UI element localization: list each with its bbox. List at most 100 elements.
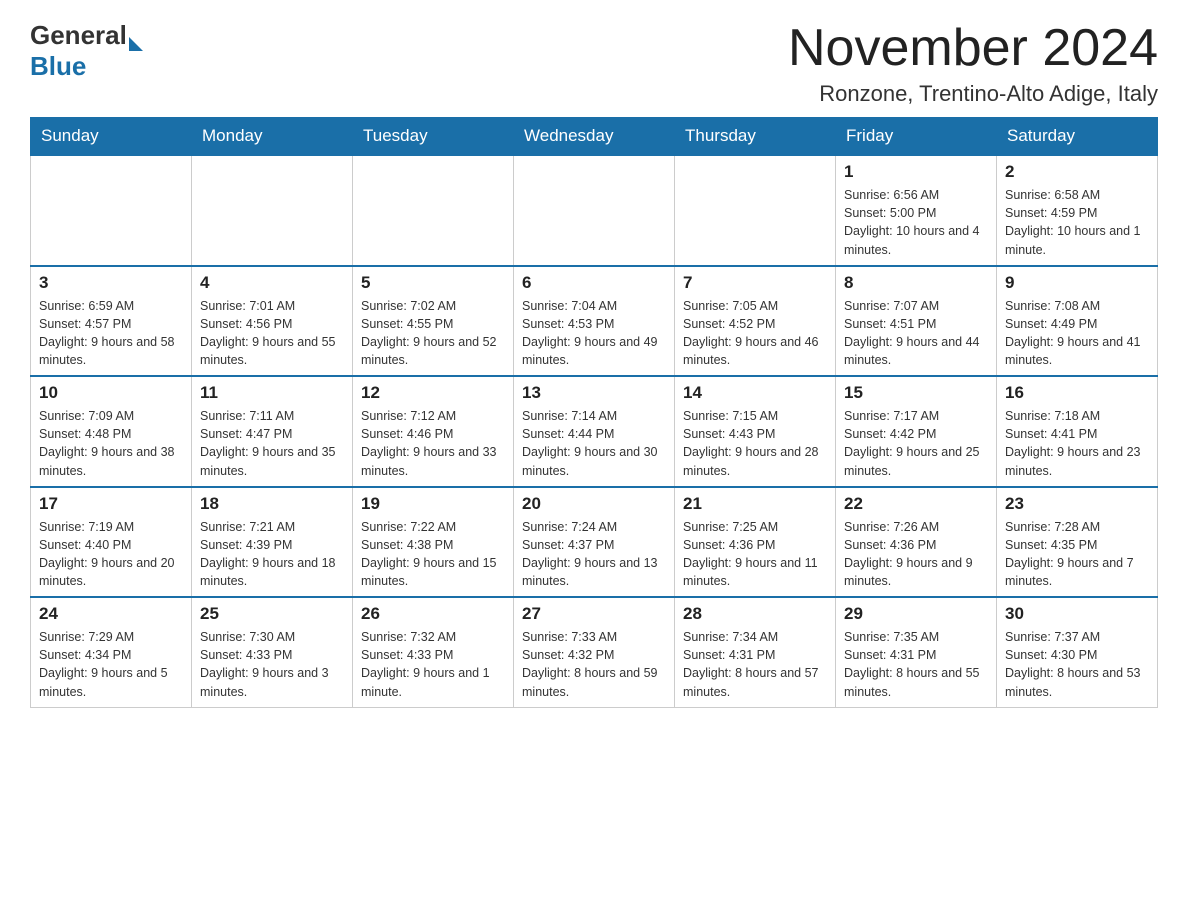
day-info: Sunrise: 7:01 AMSunset: 4:56 PMDaylight:… <box>200 297 344 370</box>
day-info: Sunrise: 7:26 AMSunset: 4:36 PMDaylight:… <box>844 518 988 591</box>
day-number: 5 <box>361 273 505 293</box>
calendar-table: Sunday Monday Tuesday Wednesday Thursday… <box>30 117 1158 708</box>
page-header: General Blue November 2024 Ronzone, Tren… <box>30 20 1158 107</box>
day-info: Sunrise: 7:29 AMSunset: 4:34 PMDaylight:… <box>39 628 183 701</box>
calendar-cell <box>31 155 192 266</box>
logo: General Blue <box>30 20 143 82</box>
day-info: Sunrise: 7:25 AMSunset: 4:36 PMDaylight:… <box>683 518 827 591</box>
title-area: November 2024 Ronzone, Trentino-Alto Adi… <box>788 20 1158 107</box>
day-number: 8 <box>844 273 988 293</box>
calendar-cell: 24 Sunrise: 7:29 AMSunset: 4:34 PMDayligh… <box>31 597 192 707</box>
calendar-cell: 21 Sunrise: 7:25 AMSunset: 4:36 PMDayligh… <box>675 487 836 598</box>
calendar-cell: 9Sunrise: 7:08 AMSunset: 4:49 PMDaylight… <box>997 266 1158 377</box>
day-number: 1 <box>844 162 988 182</box>
day-number: 26 <box>361 604 505 624</box>
day-info: Sunrise: 7:34 AMSunset: 4:31 PMDaylight:… <box>683 628 827 701</box>
calendar-week-row: 10Sunrise: 7:09 AMSunset: 4:48 PMDayligh… <box>31 376 1158 487</box>
calendar-cell <box>514 155 675 266</box>
day-number: 3 <box>39 273 183 293</box>
calendar-cell: 6 Sunrise: 7:04 AMSunset: 4:53 PMDaylight… <box>514 266 675 377</box>
header-tuesday: Tuesday <box>353 118 514 156</box>
calendar-cell: 3 Sunrise: 6:59 AMSunset: 4:57 PMDaylight… <box>31 266 192 377</box>
day-info: Sunrise: 7:32 AMSunset: 4:33 PMDaylight:… <box>361 628 505 701</box>
day-info: Sunrise: 6:59 AMSunset: 4:57 PMDaylight:… <box>39 297 183 370</box>
day-number: 13 <box>522 383 666 403</box>
calendar-cell: 2Sunrise: 6:58 AMSunset: 4:59 PMDaylight… <box>997 155 1158 266</box>
day-info: Sunrise: 7:04 AMSunset: 4:53 PMDaylight:… <box>522 297 666 370</box>
calendar-week-row: 17 Sunrise: 7:19 AMSunset: 4:40 PMDayligh… <box>31 487 1158 598</box>
day-number: 14 <box>683 383 827 403</box>
day-number: 12 <box>361 383 505 403</box>
day-number: 21 <box>683 494 827 514</box>
header-friday: Friday <box>836 118 997 156</box>
day-info: Sunrise: 7:09 AMSunset: 4:48 PMDaylight:… <box>39 407 183 480</box>
day-number: 30 <box>1005 604 1149 624</box>
day-number: 9 <box>1005 273 1149 293</box>
calendar-cell: 18Sunrise: 7:21 AMSunset: 4:39 PMDayligh… <box>192 487 353 598</box>
day-info: Sunrise: 7:11 AMSunset: 4:47 PMDaylight:… <box>200 407 344 480</box>
day-info: Sunrise: 7:28 AMSunset: 4:35 PMDaylight:… <box>1005 518 1149 591</box>
calendar-cell: 26 Sunrise: 7:32 AMSunset: 4:33 PMDayligh… <box>353 597 514 707</box>
month-title: November 2024 <box>788 20 1158 77</box>
header-saturday: Saturday <box>997 118 1158 156</box>
day-info: Sunrise: 7:17 AMSunset: 4:42 PMDaylight:… <box>844 407 988 480</box>
header-monday: Monday <box>192 118 353 156</box>
calendar-header-row: Sunday Monday Tuesday Wednesday Thursday… <box>31 118 1158 156</box>
day-number: 17 <box>39 494 183 514</box>
calendar-cell: 1Sunrise: 6:56 AMSunset: 5:00 PMDaylight… <box>836 155 997 266</box>
logo-arrow-icon <box>129 37 143 51</box>
day-info: Sunrise: 7:22 AMSunset: 4:38 PMDaylight:… <box>361 518 505 591</box>
calendar-cell <box>353 155 514 266</box>
day-info: Sunrise: 7:02 AMSunset: 4:55 PMDaylight:… <box>361 297 505 370</box>
day-number: 29 <box>844 604 988 624</box>
day-number: 28 <box>683 604 827 624</box>
calendar-week-row: 1Sunrise: 6:56 AMSunset: 5:00 PMDaylight… <box>31 155 1158 266</box>
calendar-cell: 10Sunrise: 7:09 AMSunset: 4:48 PMDayligh… <box>31 376 192 487</box>
day-number: 23 <box>1005 494 1149 514</box>
day-number: 27 <box>522 604 666 624</box>
calendar-cell: 8 Sunrise: 7:07 AMSunset: 4:51 PMDaylight… <box>836 266 997 377</box>
day-number: 11 <box>200 383 344 403</box>
day-info: Sunrise: 7:12 AMSunset: 4:46 PMDaylight:… <box>361 407 505 480</box>
calendar-cell: 12 Sunrise: 7:12 AMSunset: 4:46 PMDayligh… <box>353 376 514 487</box>
day-info: Sunrise: 6:58 AMSunset: 4:59 PMDaylight:… <box>1005 186 1149 259</box>
calendar-cell: 11 Sunrise: 7:11 AMSunset: 4:47 PMDayligh… <box>192 376 353 487</box>
calendar-cell: 16Sunrise: 7:18 AMSunset: 4:41 PMDayligh… <box>997 376 1158 487</box>
logo-blue: Blue <box>30 51 86 82</box>
day-info: Sunrise: 7:05 AMSunset: 4:52 PMDaylight:… <box>683 297 827 370</box>
day-number: 22 <box>844 494 988 514</box>
day-info: Sunrise: 7:14 AMSunset: 4:44 PMDaylight:… <box>522 407 666 480</box>
day-info: Sunrise: 7:19 AMSunset: 4:40 PMDaylight:… <box>39 518 183 591</box>
day-info: Sunrise: 7:07 AMSunset: 4:51 PMDaylight:… <box>844 297 988 370</box>
day-number: 6 <box>522 273 666 293</box>
calendar-cell <box>675 155 836 266</box>
calendar-cell: 27 Sunrise: 7:33 AMSunset: 4:32 PMDayligh… <box>514 597 675 707</box>
day-number: 20 <box>522 494 666 514</box>
calendar-cell: 30 Sunrise: 7:37 AMSunset: 4:30 PMDayligh… <box>997 597 1158 707</box>
calendar-cell: 5 Sunrise: 7:02 AMSunset: 4:55 PMDaylight… <box>353 266 514 377</box>
logo-top: General <box>30 20 143 51</box>
day-info: Sunrise: 7:24 AMSunset: 4:37 PMDaylight:… <box>522 518 666 591</box>
day-number: 25 <box>200 604 344 624</box>
day-info: Sunrise: 7:18 AMSunset: 4:41 PMDaylight:… <box>1005 407 1149 480</box>
calendar-cell: 14Sunrise: 7:15 AMSunset: 4:43 PMDayligh… <box>675 376 836 487</box>
calendar-week-row: 24 Sunrise: 7:29 AMSunset: 4:34 PMDayligh… <box>31 597 1158 707</box>
calendar-week-row: 3 Sunrise: 6:59 AMSunset: 4:57 PMDaylight… <box>31 266 1158 377</box>
calendar-cell <box>192 155 353 266</box>
calendar-cell: 4Sunrise: 7:01 AMSunset: 4:56 PMDaylight… <box>192 266 353 377</box>
location-title: Ronzone, Trentino-Alto Adige, Italy <box>788 81 1158 107</box>
day-info: Sunrise: 7:37 AMSunset: 4:30 PMDaylight:… <box>1005 628 1149 701</box>
day-info: Sunrise: 7:21 AMSunset: 4:39 PMDaylight:… <box>200 518 344 591</box>
calendar-cell: 17 Sunrise: 7:19 AMSunset: 4:40 PMDayligh… <box>31 487 192 598</box>
logo-container: General Blue <box>30 20 143 82</box>
calendar-cell: 13 Sunrise: 7:14 AMSunset: 4:44 PMDayligh… <box>514 376 675 487</box>
calendar-cell: 23 Sunrise: 7:28 AMSunset: 4:35 PMDayligh… <box>997 487 1158 598</box>
logo-general: General <box>30 20 127 51</box>
calendar-cell: 25Sunrise: 7:30 AMSunset: 4:33 PMDayligh… <box>192 597 353 707</box>
day-number: 15 <box>844 383 988 403</box>
calendar-cell: 15 Sunrise: 7:17 AMSunset: 4:42 PMDayligh… <box>836 376 997 487</box>
day-number: 19 <box>361 494 505 514</box>
day-info: Sunrise: 7:33 AMSunset: 4:32 PMDaylight:… <box>522 628 666 701</box>
header-sunday: Sunday <box>31 118 192 156</box>
day-number: 24 <box>39 604 183 624</box>
